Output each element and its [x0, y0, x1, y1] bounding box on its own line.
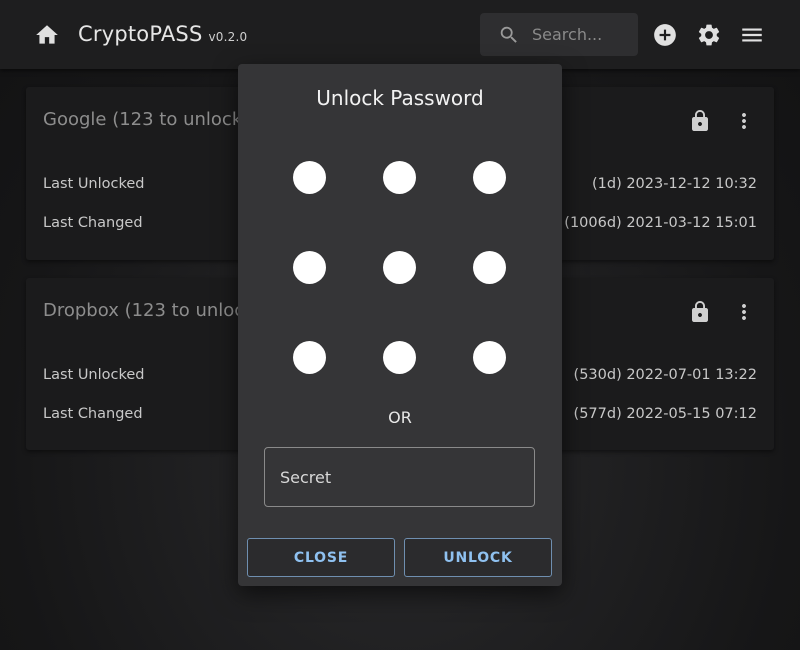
secret-field[interactable]	[264, 447, 535, 507]
app-name: CryptoPASS	[78, 22, 203, 46]
dialog-title: Unlock Password	[316, 86, 484, 110]
pattern-dot-7[interactable]	[293, 341, 326, 374]
last-unlocked-value: (1d) 2023-12-12 10:32	[591, 176, 757, 192]
menu-icon[interactable]	[739, 22, 765, 48]
secret-input[interactable]	[265, 448, 534, 506]
last-changed-value: (577d) 2022-05-15 07:12	[573, 406, 757, 422]
pattern-dot-3[interactable]	[473, 161, 506, 194]
more-vert-icon[interactable]	[732, 109, 756, 133]
card-title: Dropbox (123 to unlock)	[43, 300, 262, 321]
close-button[interactable]: CLOSE	[247, 538, 395, 577]
gear-icon[interactable]	[696, 22, 722, 48]
unlock-button[interactable]: UNLOCK	[404, 538, 552, 577]
pattern-dot-1[interactable]	[293, 161, 326, 194]
last-changed-label: Last Changed	[43, 406, 143, 422]
pattern-dot-8[interactable]	[383, 341, 416, 374]
search-icon	[500, 26, 517, 43]
pattern-dot-5[interactable]	[383, 251, 416, 284]
last-unlocked-label: Last Unlocked	[43, 176, 145, 192]
app-title: CryptoPASS v0.2.0	[78, 22, 247, 46]
or-divider: OR	[388, 408, 412, 427]
pattern-dot-2[interactable]	[383, 161, 416, 194]
last-unlocked-label: Last Unlocked	[43, 367, 145, 383]
pattern-dot-4[interactable]	[293, 251, 326, 284]
home-icon[interactable]	[34, 22, 60, 48]
more-vert-icon[interactable]	[732, 300, 756, 324]
pattern-dot-9[interactable]	[473, 341, 506, 374]
last-changed-label: Last Changed	[43, 215, 143, 231]
pattern-dot-6[interactable]	[473, 251, 506, 284]
add-circle-icon[interactable]	[652, 22, 678, 48]
app-bar: CryptoPASS v0.2.0	[0, 0, 800, 69]
last-unlocked-value: (530d) 2022-07-01 13:22	[573, 367, 757, 383]
lock-icon[interactable]	[688, 109, 712, 133]
card-title: Google (123 to unlock)	[43, 109, 250, 130]
search-input[interactable]	[532, 25, 632, 44]
lock-icon[interactable]	[688, 300, 712, 324]
last-changed-value: (1006d) 2021-03-12 15:01	[564, 215, 757, 231]
search-box[interactable]	[480, 13, 638, 56]
unlock-dialog: Unlock Password OR CLOSE UNLOCK	[238, 64, 562, 586]
app-version: v0.2.0	[208, 30, 248, 44]
